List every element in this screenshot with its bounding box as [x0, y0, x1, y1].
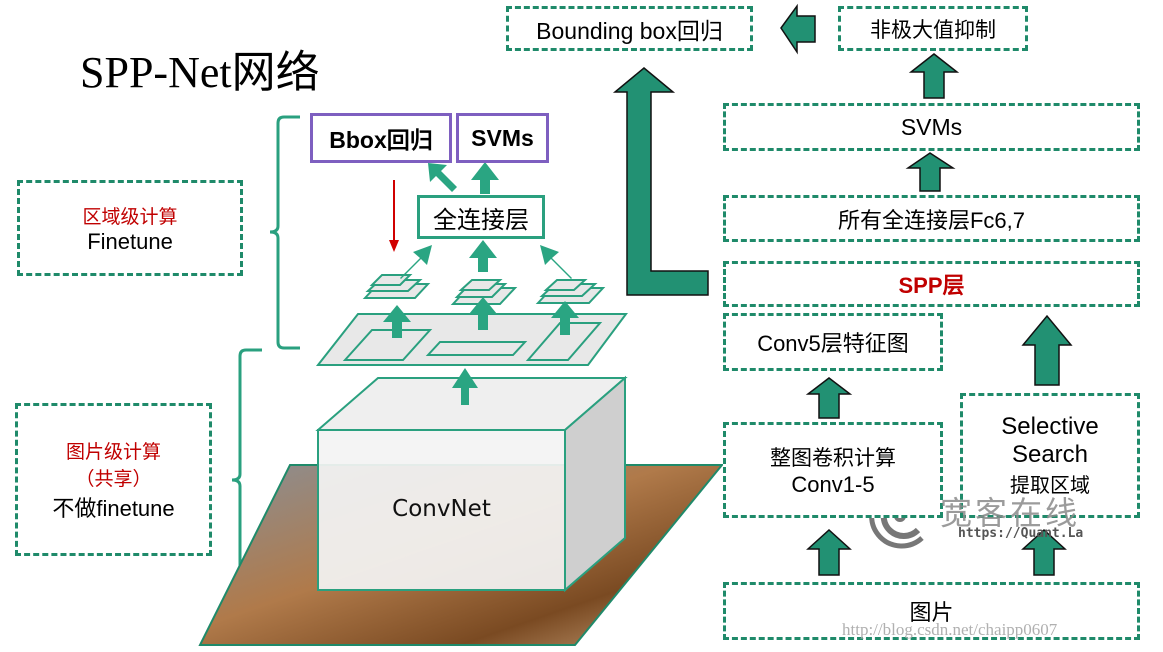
roi-2: [425, 341, 528, 356]
conv5-feature-map-step: Conv5层特征图: [723, 313, 943, 371]
svms-step: SVMs: [723, 103, 1140, 151]
ss-line-1: Selective: [1001, 413, 1099, 440]
diagram-graphics: [198, 3, 1073, 646]
conv-calc-title: 整图卷积计算: [770, 446, 896, 470]
convnet-label: ConvNet: [392, 496, 491, 522]
full-image-conv-step: 整图卷积计算 Conv1-5: [723, 422, 943, 518]
region-brace: [269, 115, 300, 350]
bbox-regression-box: Bbox回归: [310, 113, 452, 163]
svms-box: SVMs: [456, 113, 549, 163]
spp-layer-step: SPP层: [723, 261, 1140, 307]
pooled-stack-1: [362, 274, 431, 299]
nms-step: 非极大值抑制: [838, 6, 1028, 51]
bounding-box-regression-step: Bounding box回归: [506, 6, 753, 51]
left-arrow: [780, 3, 816, 55]
pooled-stack-3: [535, 279, 606, 304]
red-arrow-head: [389, 240, 399, 252]
conv-range-text: Conv1-5: [791, 472, 875, 497]
fc-layers-step: 所有全连接层Fc6,7: [723, 195, 1140, 242]
fully-connected-box: 全连接层: [417, 195, 545, 239]
ss-line-2: Search: [1011, 441, 1089, 468]
l-shaped-arrow: [612, 67, 709, 296]
blog-url-watermark: http://blog.csdn.net/chaipp0607: [842, 620, 1058, 639]
brand-url-watermark: https://Quant.La: [958, 526, 1084, 541]
